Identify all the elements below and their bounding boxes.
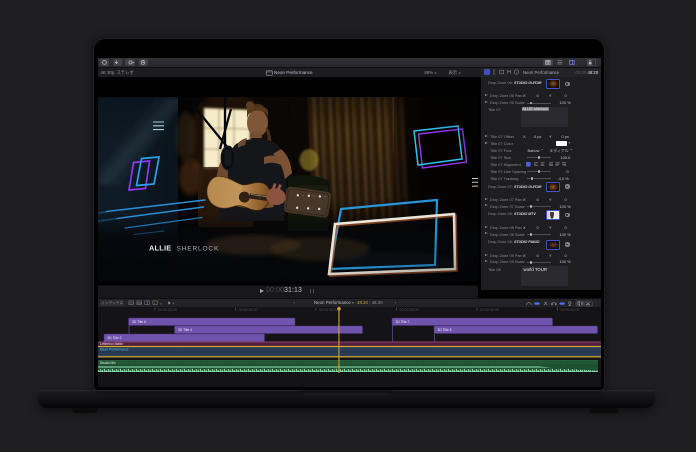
svg-text:00:00:45:00: 00:00:45:00	[560, 308, 579, 312]
svg-text:3D Title 6: 3D Title 6	[132, 320, 146, 324]
svg-text:00:00:30:00: 00:00:30:00	[319, 308, 338, 312]
svg-text:00:00:35:00: 00:00:35:00	[399, 308, 418, 312]
svg-text:Studio Mix: Studio Mix	[100, 361, 116, 365]
svg-text:00:00:40:00: 00:00:40:00	[480, 308, 499, 312]
svg-text:3D Title 7: 3D Title 7	[395, 320, 409, 324]
svg-text:3D Title 2: 3D Title 2	[107, 336, 121, 340]
svg-text:00:00:25:00: 00:00:25:00	[238, 308, 257, 312]
svg-text:Neon Performance: Neon Performance	[100, 348, 129, 352]
svg-text:3D Title 8: 3D Title 8	[437, 328, 451, 332]
svg-text:Letterbox Matte: Letterbox Matte	[100, 342, 123, 346]
svg-text:00:00:20:00: 00:00:20:00	[158, 308, 177, 312]
svg-text:3D Title 4: 3D Title 4	[178, 328, 192, 332]
